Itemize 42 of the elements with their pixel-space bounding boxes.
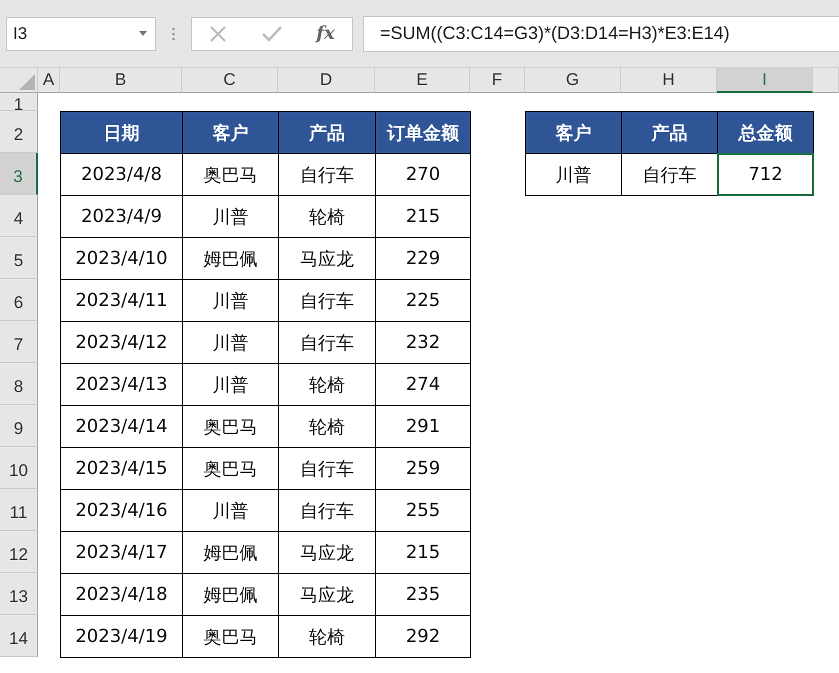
header-cell: 日期 [60, 111, 183, 154]
active-cell: 712 [717, 153, 814, 196]
row-header[interactable]: 6 [0, 279, 38, 321]
formula-field[interactable]: =SUM((C3:C14=G3)*(D3:D14=H3)*E3:E14) [363, 16, 839, 52]
table-cell: 2023/4/19 [60, 615, 183, 658]
row-header[interactable]: 5 [0, 237, 38, 279]
column-header[interactable]: I [717, 68, 813, 93]
name-box[interactable]: I3 [6, 16, 156, 50]
select-all-icon[interactable] [19, 74, 35, 90]
column-header[interactable]: A [38, 68, 60, 93]
column-header[interactable]: F [470, 68, 525, 93]
column-header[interactable]: H [621, 68, 717, 93]
row-header[interactable]: 8 [0, 363, 38, 405]
row-header[interactable]: 11 [0, 489, 38, 531]
row-header[interactable]: 13 [0, 573, 38, 615]
header-cell: 客户 [182, 111, 279, 154]
column-header[interactable]: C [182, 68, 278, 93]
header-cell: 客户 [525, 111, 622, 154]
grip-icon [172, 26, 175, 40]
column-header[interactable]: D [278, 68, 375, 93]
row-header[interactable]: 9 [0, 405, 38, 447]
row-header[interactable]: 1 [0, 93, 38, 111]
header-cell: 总金额 [717, 111, 814, 154]
header-cell: 订单金额 [375, 111, 471, 154]
row-header[interactable]: 7 [0, 321, 38, 363]
row-header[interactable]: 12 [0, 531, 38, 573]
insert-function-button[interactable]: fx [316, 23, 335, 44]
column-header[interactable]: G [525, 68, 621, 93]
row-header[interactable]: 14 [0, 615, 38, 657]
column-header[interactable]: B [60, 68, 182, 93]
table-cell: 292 [375, 615, 471, 658]
row-header[interactable]: 2 [0, 111, 38, 153]
row-header[interactable]: 4 [0, 195, 38, 237]
row-header[interactable]: 10 [0, 447, 38, 489]
table-cell: 川普 [525, 153, 622, 196]
header-cell: 产品 [278, 111, 376, 154]
cancel-icon[interactable] [209, 24, 228, 42]
caret-icon [139, 31, 147, 36]
row-header[interactable]: 3 [0, 153, 38, 195]
check-icon[interactable] [262, 26, 282, 42]
header-cell: 产品 [621, 111, 718, 154]
column-header[interactable]: E [375, 68, 470, 93]
